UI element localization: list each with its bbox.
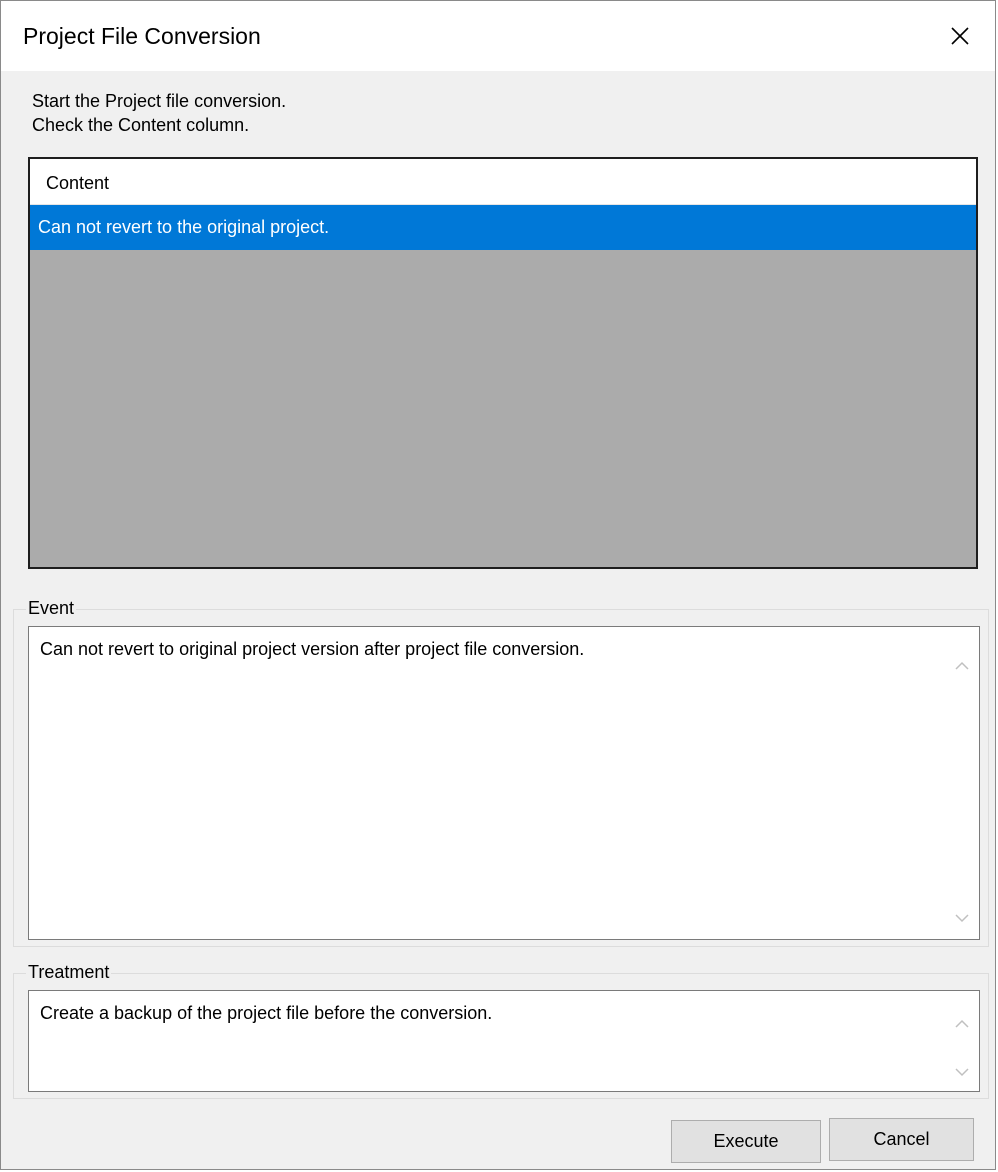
intro-line-1: Start the Project file conversion. (32, 91, 287, 111)
cancel-button[interactable]: Cancel (829, 1118, 974, 1161)
title-bar[interactable]: Project File Conversion (1, 1, 995, 71)
event-textarea[interactable]: Can not revert to original project versi… (28, 626, 980, 940)
treatment-text: Create a backup of the project file befo… (40, 1003, 493, 1023)
execute-button[interactable]: Execute (671, 1120, 821, 1163)
scroll-up-arrow-icon[interactable] (945, 649, 979, 683)
scroll-down-arrow-icon[interactable] (945, 1055, 979, 1089)
event-scrollbar[interactable] (945, 627, 979, 939)
scroll-up-arrow-icon[interactable] (945, 1007, 979, 1041)
dialog-title: Project File Conversion (23, 23, 261, 49)
list-item[interactable]: Can not revert to the original project. (30, 205, 976, 250)
event-text: Can not revert to original project versi… (40, 639, 585, 659)
content-column-header[interactable]: Content (30, 159, 976, 205)
close-button[interactable] (925, 1, 995, 71)
treatment-scrollbar[interactable] (945, 991, 979, 1091)
list-item-content: Can not revert to the original project. (38, 217, 330, 237)
event-label: Event (26, 598, 77, 619)
intro-text: Start the Project file conversion. Check… (32, 89, 286, 137)
scroll-down-arrow-icon[interactable] (945, 901, 979, 935)
intro-line-2: Check the Content column. (32, 115, 250, 135)
project-file-conversion-dialog: Project File Conversion Start the Projec… (0, 0, 996, 1170)
treatment-group: Treatment Create a backup of the project… (13, 962, 989, 1099)
content-list[interactable]: Content Can not revert to the original p… (28, 157, 978, 569)
treatment-label: Treatment (26, 962, 112, 983)
treatment-textarea[interactable]: Create a backup of the project file befo… (28, 990, 980, 1092)
content-column-label: Content (46, 173, 110, 193)
event-group: Event Can not revert to original project… (13, 598, 989, 947)
close-icon (951, 27, 969, 45)
